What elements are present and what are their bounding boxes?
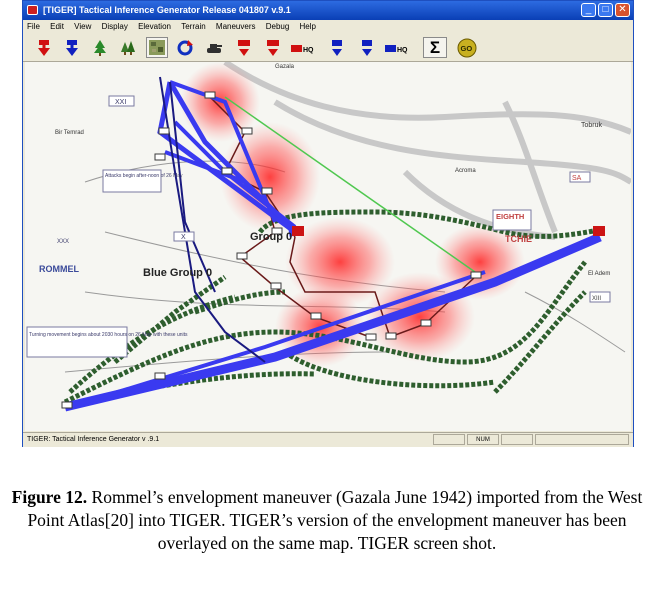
status-cell-empty-1	[433, 434, 465, 445]
turning-note: Turning movement begins about 2030 hours…	[29, 332, 188, 338]
title-bar[interactable]: [TIGER] Tactical Inference Generator Rel…	[23, 1, 633, 20]
sa-label: SA	[572, 175, 582, 182]
blue-group-label: Blue Group 0	[143, 267, 212, 279]
tank-icon	[207, 43, 222, 53]
menu-elevation[interactable]: Elevation	[134, 20, 175, 34]
blue-unit-down-2-button[interactable]	[356, 37, 378, 58]
forest-icon	[121, 40, 135, 55]
red-group-label: Group 0	[250, 231, 292, 243]
eighth-label: EIGHTH	[496, 212, 524, 221]
rommel-label: ROMMEL	[39, 264, 79, 274]
refresh-button[interactable]	[174, 37, 196, 58]
bir-temrad-label: Bir Temrad	[55, 130, 84, 136]
blue-hq-button[interactable]: HQ	[383, 37, 413, 58]
red-down-arrow-button[interactable]	[33, 37, 55, 58]
corps-x-label: X	[181, 234, 186, 241]
menu-display[interactable]: Display	[98, 20, 132, 34]
window-title: [TIGER] Tactical Inference Generator Rel…	[43, 5, 291, 15]
menu-help[interactable]: Help	[296, 20, 320, 34]
red-unit-down-icon	[238, 39, 250, 56]
menu-view[interactable]: View	[70, 20, 95, 34]
terrain-map-icon	[149, 40, 165, 55]
menu-terrain[interactable]: Terrain	[177, 20, 209, 34]
blue-down-arrow-icon	[66, 39, 78, 56]
svg-text:HQ: HQ	[397, 47, 408, 54]
menu-maneuvers[interactable]: Maneuvers	[212, 20, 260, 34]
blue-unit-down-icon	[332, 39, 342, 56]
app-window: [TIGER] Tactical Inference Generator Rel…	[22, 0, 634, 447]
menu-file[interactable]: File	[23, 20, 44, 34]
blue-hq-icon: HQ	[385, 44, 408, 54]
status-cell-empty-2	[501, 434, 533, 445]
tree-icon	[94, 39, 106, 56]
tree-button[interactable]	[89, 37, 111, 58]
status-cell-empty-3	[535, 434, 629, 445]
attack-note: Attacks begin after-noon of 26 May	[105, 173, 183, 179]
forest-button[interactable]	[117, 37, 139, 58]
refresh-icon	[177, 39, 193, 55]
status-bar: TIGER: Tactical Inference Generator v .9…	[23, 432, 633, 447]
tobruk-label: Tobruk	[581, 122, 603, 129]
xxx-label: XXX	[57, 239, 69, 245]
blue-down-arrow-button[interactable]	[61, 37, 83, 58]
red-hq-icon: HQ	[291, 44, 314, 54]
status-num: NUM	[467, 434, 499, 445]
blue-unit-down-button[interactable]	[326, 37, 348, 58]
map-canvas[interactable]: Group 0 Blue Group 0 ROMMEL Tobruk EIGHT…	[25, 62, 631, 431]
svg-text:GO: GO	[461, 44, 473, 53]
blue-unit-down-2-icon	[362, 39, 372, 56]
red-hq-button[interactable]: HQ	[289, 37, 319, 58]
red-unit-down-button[interactable]	[233, 37, 255, 58]
tchie-label: TCHIE	[505, 234, 532, 244]
maximize-button[interactable]: □	[598, 3, 613, 17]
tank-button[interactable]	[203, 37, 225, 58]
svg-text:HQ: HQ	[303, 47, 314, 54]
gazala-label: Gazala	[275, 64, 295, 70]
status-text: TIGER: Tactical Inference Generator v .9…	[27, 436, 160, 443]
el-adem-label: El Adem	[588, 271, 610, 277]
red-unit-down-2-button[interactable]	[262, 37, 284, 58]
app-icon	[27, 5, 38, 15]
red-down-arrow-icon	[38, 39, 50, 56]
minimize-button[interactable]: _	[581, 3, 596, 17]
menu-edit[interactable]: Edit	[46, 20, 68, 34]
xiii-label: XIII	[592, 296, 601, 302]
toolbar: HQ HQ Σ GO	[23, 34, 633, 62]
menu-bar: File Edit View Display Elevation Terrain…	[23, 20, 633, 34]
menu-debug[interactable]: Debug	[262, 20, 294, 34]
sigma-button[interactable]: Σ	[423, 37, 447, 58]
go-icon: GO	[457, 38, 477, 57]
map-svg: Group 0 Blue Group 0 ROMMEL Tobruk EIGHT…	[26, 62, 631, 412]
close-button[interactable]: ✕	[615, 3, 630, 17]
red-unit-down-2-icon	[267, 39, 279, 56]
figure-caption: Figure 12. Rommel’s envelopment maneuver…	[10, 486, 644, 555]
xxi-label: XXI	[115, 99, 126, 106]
figure-caption-text: Rommel’s envelopment maneuver (Gazala Ju…	[27, 487, 643, 553]
acroma-label: Acroma	[455, 168, 476, 174]
terrain-map-button[interactable]	[146, 37, 168, 58]
figure-number: Figure 12.	[11, 487, 88, 507]
go-button[interactable]: GO	[455, 37, 479, 58]
